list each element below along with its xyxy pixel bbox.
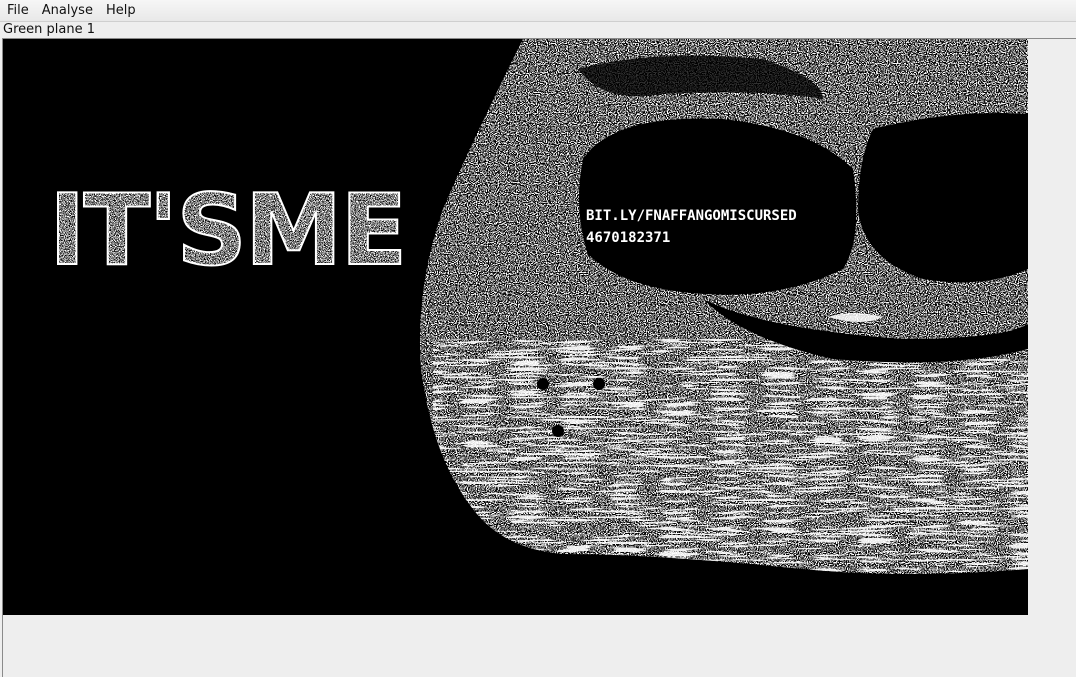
image-viewport[interactable]: IT'SME IT'SME BIT.LY/FNAFFANGOMISCURSED … xyxy=(2,38,1076,677)
menu-help[interactable]: Help xyxy=(99,0,142,21)
bitplane-image: IT'SME IT'SME BIT.LY/FNAFFANGOMISCURSED … xyxy=(3,39,1028,615)
menu-analyse[interactable]: Analyse xyxy=(35,0,99,21)
menu-bar: File Analyse Help xyxy=(0,0,1076,22)
hidden-number-text: 4670182371 xyxy=(586,230,670,246)
its-me-text: IT'SME IT'SME xyxy=(48,173,408,289)
its-me-fill: IT'SME xyxy=(49,174,405,288)
plane-label: Green plane 1 xyxy=(3,22,95,37)
stegsolve-window: File Analyse Help Green plane 1 IT'SME I… xyxy=(0,0,1076,677)
bitplane-svg: IT'SME IT'SME BIT.LY/FNAFFANGOMISCURSED … xyxy=(3,39,1028,615)
hidden-url-text: BIT.LY/FNAFFANGOMISCURSED xyxy=(586,208,797,224)
menu-file[interactable]: File xyxy=(0,0,35,21)
